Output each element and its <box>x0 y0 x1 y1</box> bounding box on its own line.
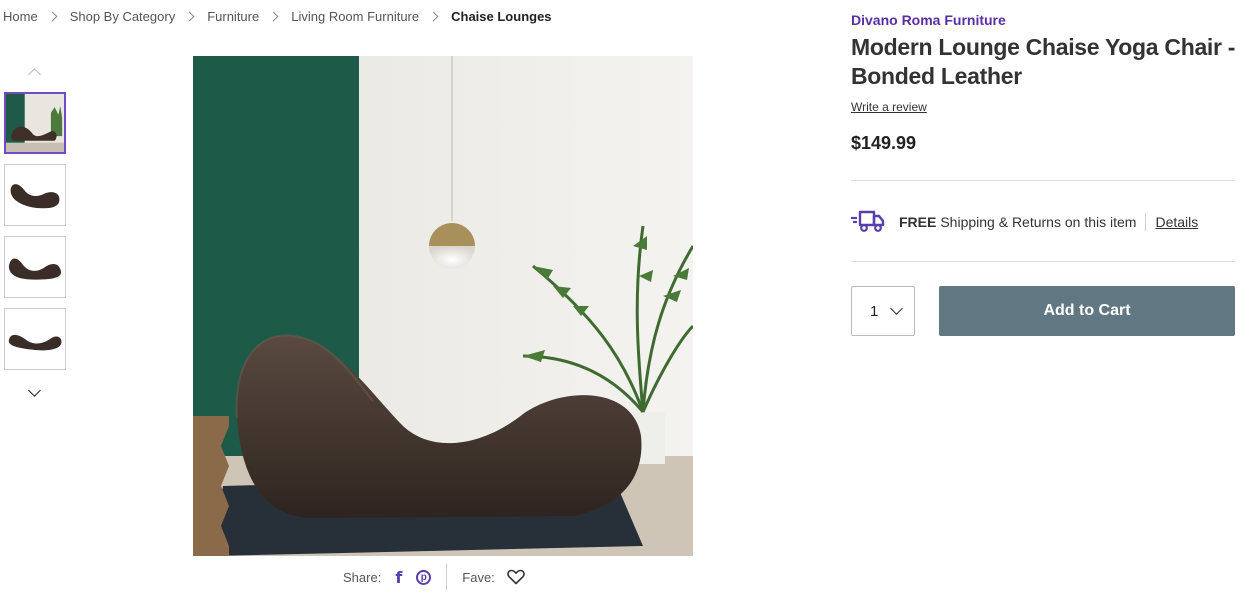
quantity-value: 1 <box>870 302 879 320</box>
thumbnail-image <box>5 237 65 297</box>
thumbnail-image <box>5 309 65 369</box>
thumbnail-scroll-up-icon <box>28 66 40 78</box>
shipping-text: Shipping & Returns on this item <box>940 214 1137 230</box>
product-main-image[interactable] <box>193 56 693 556</box>
thumbnail-3[interactable] <box>4 236 66 298</box>
breadcrumb-shop-by-category[interactable]: Shop By Category <box>70 9 176 24</box>
breadcrumb-current: Chaise Lounges <box>451 9 552 24</box>
chevron-down-icon <box>890 302 903 315</box>
pinterest-icon[interactable]: p <box>416 569 432 585</box>
shipping-details-link[interactable]: Details <box>1155 214 1198 230</box>
facebook-icon[interactable]: f <box>395 568 402 587</box>
brand-link[interactable]: Divano Roma Furniture <box>851 12 1006 28</box>
thumbnail-1[interactable] <box>4 92 66 154</box>
divider <box>1145 213 1147 231</box>
divider <box>851 261 1235 262</box>
breadcrumb-home[interactable]: Home <box>3 9 38 24</box>
write-review-link[interactable]: Write a review <box>851 100 927 114</box>
fave-label: Fave: <box>462 569 495 585</box>
product-title: Modern Lounge Chaise Yoga Chair - Bonded… <box>851 34 1236 89</box>
chevron-right-icon <box>47 11 58 22</box>
chevron-right-icon <box>184 11 195 22</box>
heart-icon[interactable] <box>507 569 525 585</box>
breadcrumb-furniture[interactable]: Furniture <box>207 9 259 24</box>
thumbnail-4[interactable] <box>4 308 66 370</box>
thumbnail-image <box>5 165 65 225</box>
divider <box>851 180 1235 181</box>
product-price: $149.99 <box>851 133 917 153</box>
quantity-select[interactable]: 1 <box>851 286 915 336</box>
thumbnail-image <box>6 94 64 152</box>
divider <box>446 564 448 590</box>
breadcrumb-living-room-furniture[interactable]: Living Room Furniture <box>291 9 419 24</box>
thumbnail-2[interactable] <box>4 164 66 226</box>
chevron-right-icon <box>428 11 439 22</box>
thumbnail-scroll-down-icon[interactable] <box>28 386 42 400</box>
breadcrumb: Home Shop By Category Furniture Living R… <box>3 9 552 24</box>
free-shipping-label: FREE <box>899 214 937 230</box>
add-to-cart-button[interactable]: Add to Cart <box>939 286 1235 336</box>
shipping-info: FREE Shipping & Returns on this item Det… <box>851 208 1198 236</box>
chevron-right-icon <box>268 11 279 22</box>
share-bar: Share: f p Fave: <box>343 564 525 590</box>
truck-icon <box>851 210 885 232</box>
product-photo <box>193 56 693 556</box>
share-label: Share: <box>343 569 382 585</box>
